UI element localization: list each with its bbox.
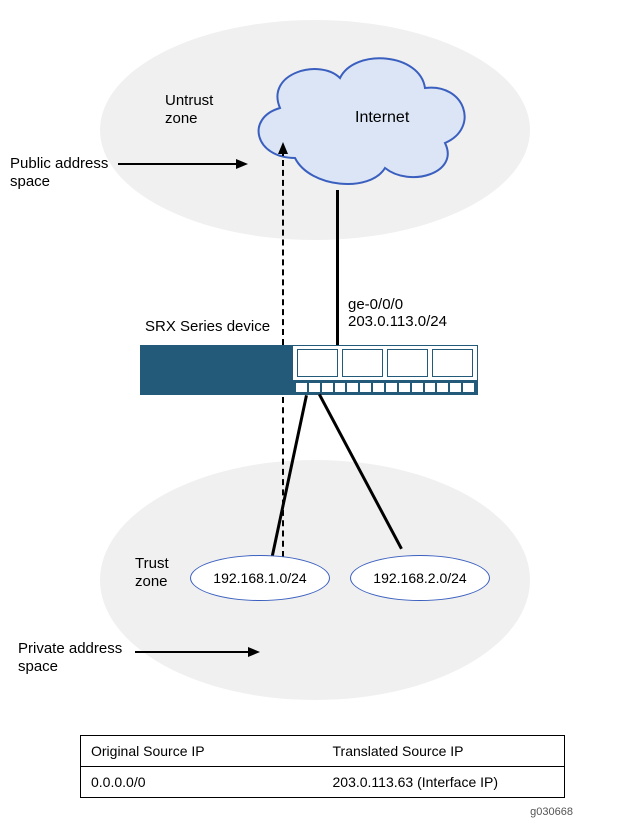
nat-translation-table: Original Source IP Translated Source IP … bbox=[80, 735, 565, 798]
table-header-original: Original Source IP bbox=[81, 736, 323, 766]
device-ports-bottom bbox=[293, 380, 477, 394]
subnet-1-label: 192.168.1.0/24 bbox=[213, 570, 306, 586]
nat-flow-dashed-lower bbox=[282, 397, 284, 557]
device-ports-top bbox=[293, 346, 477, 380]
device-led bbox=[450, 383, 461, 392]
device-led bbox=[360, 383, 371, 392]
table-header-row: Original Source IP Translated Source IP bbox=[81, 736, 564, 767]
nat-flow-arrow-head-icon bbox=[278, 142, 288, 154]
device-led bbox=[399, 383, 410, 392]
device-led bbox=[322, 383, 333, 392]
table-cell-translated: 203.0.113.63 (Interface IP) bbox=[323, 767, 565, 797]
table-header-translated: Translated Source IP bbox=[323, 736, 565, 766]
device-led bbox=[437, 383, 448, 392]
device-led bbox=[412, 383, 423, 392]
device-led bbox=[296, 383, 307, 392]
table-row: 0.0.0.0/0 203.0.113.63 (Interface IP) bbox=[81, 767, 564, 797]
figure-id-label: g030668 bbox=[530, 806, 573, 818]
device-chassis-right bbox=[292, 345, 478, 395]
table-cell-original: 0.0.0.0/0 bbox=[81, 767, 323, 797]
device-port bbox=[297, 349, 338, 377]
private-address-label: Private address space bbox=[18, 640, 122, 676]
device-label: SRX Series device bbox=[145, 318, 270, 336]
private-address-arrow-line bbox=[135, 651, 250, 653]
device-led bbox=[347, 383, 358, 392]
device-led bbox=[463, 383, 474, 392]
device-led bbox=[425, 383, 436, 392]
device-led bbox=[386, 383, 397, 392]
untrust-zone-label: Untrust zone bbox=[165, 92, 213, 128]
diagram-canvas: Internet Untrust zone Public address spa… bbox=[0, 0, 628, 835]
internet-label: Internet bbox=[355, 108, 409, 127]
public-address-arrow-line bbox=[118, 163, 238, 165]
public-address-label: Public address space bbox=[10, 155, 108, 191]
device-led bbox=[335, 383, 346, 392]
srx-device-icon bbox=[140, 345, 478, 395]
device-port bbox=[432, 349, 473, 377]
nat-flow-dashed-upper bbox=[282, 150, 284, 345]
private-address-arrow-head-icon bbox=[248, 647, 260, 657]
device-led bbox=[309, 383, 320, 392]
device-port bbox=[387, 349, 428, 377]
device-chassis-left bbox=[140, 345, 292, 395]
subnet-2-label: 192.168.2.0/24 bbox=[373, 570, 466, 586]
subnet-2-ellipse: 192.168.2.0/24 bbox=[350, 555, 490, 601]
device-port bbox=[342, 349, 383, 377]
subnet-1-ellipse: 192.168.1.0/24 bbox=[190, 555, 330, 601]
device-led bbox=[373, 383, 384, 392]
interface-name-label: ge-0/0/0 bbox=[348, 296, 403, 314]
interface-ip-label: 203.0.113.0/24 bbox=[348, 313, 447, 331]
link-cloud-device bbox=[336, 190, 339, 345]
public-address-arrow-head-icon bbox=[236, 159, 248, 169]
trust-zone-label: Trust zone bbox=[135, 555, 169, 591]
